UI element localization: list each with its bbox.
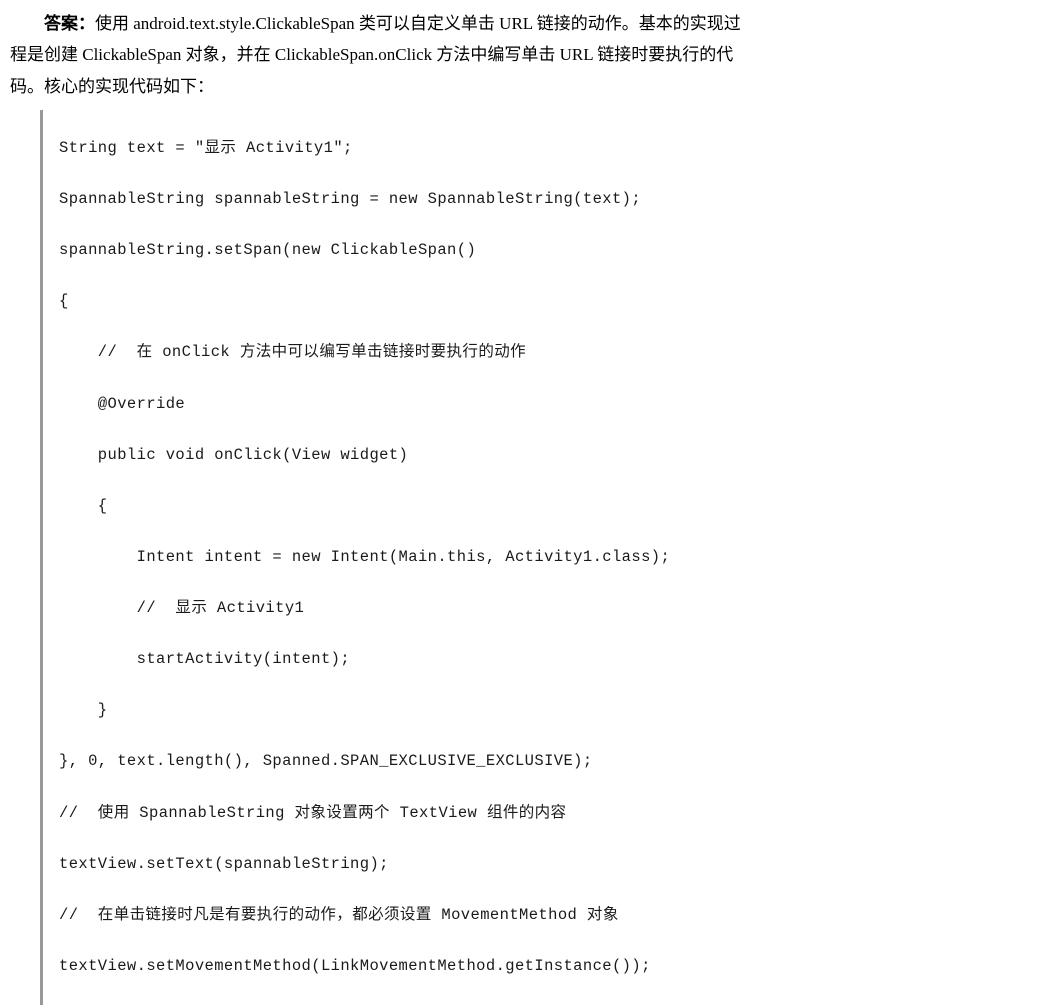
answer-paragraph: 答案：使用 android.text.style.ClickableSpan 类…: [10, 8, 990, 102]
code-line: Intent intent = new Intent(Main.this, Ac…: [59, 545, 990, 571]
answer-line-2: 程是创建 ClickableSpan 对象，并在 ClickableSpan.o…: [10, 39, 990, 70]
code-line: String text = "显示 Activity1";: [59, 136, 990, 162]
code-line: }: [59, 698, 990, 724]
code-line: // 在 onClick 方法中可以编写单击链接时要执行的动作: [59, 340, 990, 366]
code-line: {: [59, 494, 990, 520]
answer-text-1: 使用 android.text.style.ClickableSpan 类可以自…: [95, 14, 741, 33]
code-block: String text = "显示 Activity1"; SpannableS…: [40, 110, 990, 1005]
answer-line-3: 码。核心的实现代码如下：: [10, 71, 990, 102]
code-line: spannableString.setSpan(new ClickableSpa…: [59, 238, 990, 264]
code-line: // 在单击链接时凡是有要执行的动作，都必须设置 MovementMethod …: [59, 903, 990, 929]
code-line: textView.setMovementMethod(LinkMovementM…: [59, 954, 990, 980]
code-line: public void onClick(View widget): [59, 443, 990, 469]
code-line: textView.setText(spannableString);: [59, 852, 990, 878]
code-line: SpannableString spannableString = new Sp…: [59, 187, 990, 213]
answer-line-1: 答案：使用 android.text.style.ClickableSpan 类…: [10, 8, 990, 39]
answer-label: 答案：: [44, 14, 95, 33]
code-line: startActivity(intent);: [59, 647, 990, 673]
code-line: {: [59, 289, 990, 315]
code-line: // 显示 Activity1: [59, 596, 990, 622]
code-line: }, 0, text.length(), Spanned.SPAN_EXCLUS…: [59, 749, 990, 775]
code-line: // 使用 SpannableString 对象设置两个 TextView 组件…: [59, 801, 990, 827]
code-line: @Override: [59, 392, 990, 418]
